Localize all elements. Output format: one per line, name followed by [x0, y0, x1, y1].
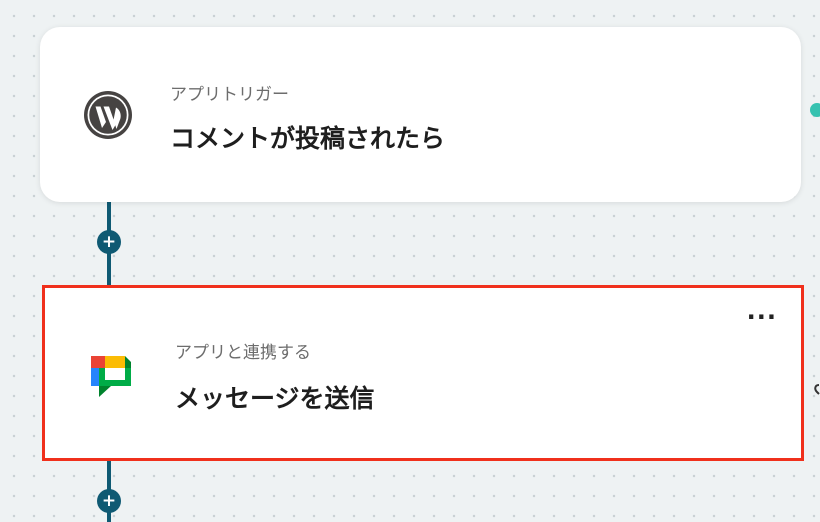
action-step-card[interactable]: ··· アプリと連携する メッセージを送信 [42, 285, 804, 461]
step-type-label: アプリと連携する [175, 343, 311, 363]
trigger-step-card[interactable]: アプリトリガー コメントが投稿されたら [40, 27, 801, 202]
google-chat-icon [85, 351, 137, 403]
wordpress-icon [82, 89, 134, 141]
side-panel-handle[interactable] [810, 103, 820, 117]
add-step-button[interactable]: + [97, 489, 121, 513]
add-step-button[interactable]: + [97, 230, 121, 254]
step-title: コメントが投稿されたら [170, 124, 446, 153]
link-icon [813, 384, 820, 400]
step-title: メッセージを送信 [175, 384, 375, 413]
step-type-label: アプリトリガー [170, 85, 289, 105]
more-options-button[interactable]: ··· [747, 305, 777, 330]
